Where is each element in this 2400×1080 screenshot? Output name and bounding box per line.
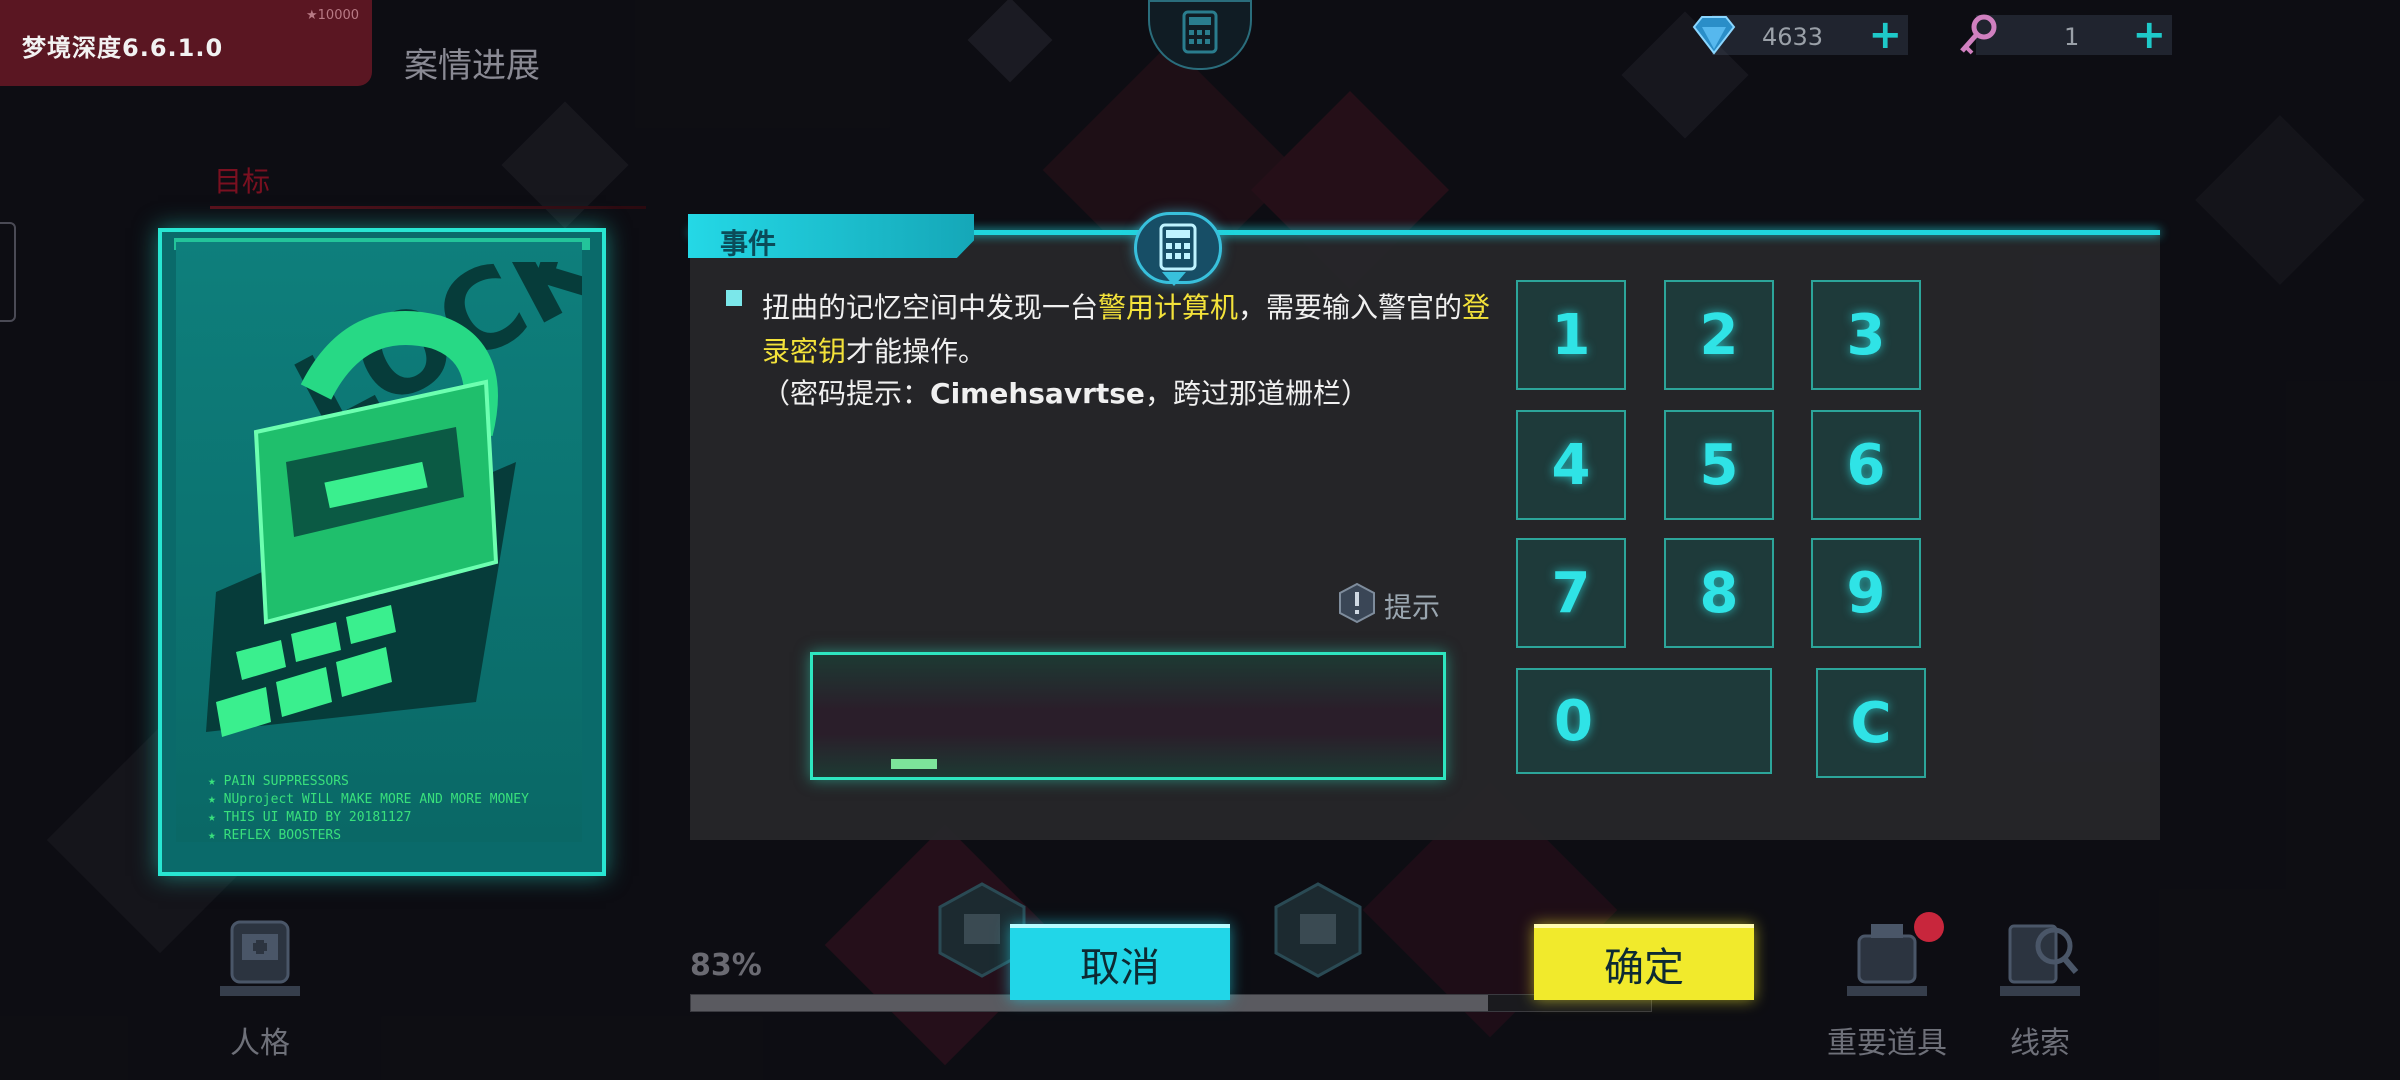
diamond-icon bbox=[1692, 16, 1736, 55]
key-1[interactable]: 1 bbox=[1516, 280, 1626, 390]
lock-icon: LOCK bbox=[206, 262, 582, 737]
version-small: ★10000 bbox=[306, 8, 360, 23]
progress-percent: 83% bbox=[690, 948, 762, 983]
top-calculator-icon bbox=[1148, 0, 1252, 70]
key-2[interactable]: 2 bbox=[1664, 280, 1774, 390]
target-label: 目标 bbox=[214, 165, 271, 198]
key-7[interactable]: 7 bbox=[1516, 538, 1626, 648]
nav-clues[interactable]: 线索 bbox=[1990, 916, 2090, 1062]
key-count: 1 bbox=[2064, 23, 2080, 51]
key-3[interactable]: 3 bbox=[1811, 280, 1921, 390]
event-card: LOCK ★ PAIN SUPPRESSORS ★ NUproject WILL… bbox=[158, 228, 606, 876]
key-9[interactable]: 9 bbox=[1811, 538, 1921, 648]
nav-persona-label: 人格 bbox=[230, 1026, 290, 1061]
card-text-line: ★ NUproject WILL MAKE MORE AND MORE MONE… bbox=[208, 792, 529, 807]
cancel-button[interactable]: 取消 bbox=[1010, 924, 1230, 1000]
bullet-icon bbox=[726, 290, 742, 306]
left-edge-tab[interactable] bbox=[0, 222, 16, 322]
desc-text: ，需要输入警官的 bbox=[1238, 291, 1463, 324]
hint-button-label: 提示 bbox=[1384, 591, 1441, 624]
card-text-line: ★ REFLEX BOOSTERS bbox=[208, 828, 342, 843]
confirm-button[interactable]: 确定 bbox=[1534, 924, 1754, 1000]
nav-key-items-label: 重要道具 bbox=[1827, 1026, 1947, 1061]
key-8[interactable]: 8 bbox=[1664, 538, 1774, 648]
key-5[interactable]: 5 bbox=[1664, 410, 1774, 520]
currency-diamond: 4633 + bbox=[1692, 15, 1908, 55]
hint-code: Cimehsavrtse bbox=[930, 377, 1145, 410]
persona-icon bbox=[220, 920, 300, 996]
calculator-badge-tail bbox=[1162, 272, 1186, 286]
key-0[interactable]: 0 bbox=[1516, 668, 1772, 774]
event-description: 扭曲的记忆空间中发现一台警用计算机，需要输入警官的登录密钥才能操作。 bbox=[762, 286, 1518, 374]
desc-text: 才能操作。 bbox=[846, 335, 987, 368]
password-input[interactable] bbox=[810, 652, 1446, 780]
nav-persona[interactable]: 人格 bbox=[210, 916, 310, 1062]
add-key-button[interactable]: + bbox=[2132, 15, 2166, 55]
nav-clues-label: 线索 bbox=[2010, 1026, 2070, 1061]
add-diamond-button[interactable]: + bbox=[1868, 15, 1902, 55]
notification-dot bbox=[1914, 912, 1944, 942]
desc-text: 扭曲的记忆空间中发现一台 bbox=[762, 291, 1099, 324]
item-hex-icon bbox=[1274, 882, 1362, 978]
key-6[interactable]: 6 bbox=[1811, 410, 1921, 520]
tab-event-label: 事件 bbox=[720, 227, 777, 260]
hint-suffix: ，跨过那道栅栏） bbox=[1144, 377, 1369, 410]
currency-key: 1 + bbox=[1960, 14, 2172, 55]
desc-highlight-computer: 警用计算机 bbox=[1098, 291, 1239, 324]
card-text-line: ★ THIS UI MAID BY 20181127 bbox=[208, 810, 412, 825]
key-icon bbox=[1960, 14, 1997, 55]
password-hint: （密码提示：Cimehsavrtse，跨过那道栅栏） bbox=[762, 372, 1369, 412]
diamond-count: 4633 bbox=[1762, 23, 1824, 51]
input-cursor bbox=[891, 759, 937, 769]
version-badge: 梦境深度6.6.1.0 ★10000 bbox=[0, 0, 372, 86]
version-label: 梦境深度6.6.1.0 bbox=[22, 34, 224, 62]
hint-prefix: （密码提示： bbox=[762, 377, 931, 410]
clue-icon bbox=[2000, 924, 2080, 996]
key-clear[interactable]: C bbox=[1816, 668, 1926, 778]
card-text-line: ★ PAIN SUPPRESSORS bbox=[208, 774, 349, 789]
target-underline bbox=[210, 206, 646, 209]
page-title: 案情进展 bbox=[404, 46, 540, 86]
alert-icon bbox=[1339, 582, 1375, 624]
key-4[interactable]: 4 bbox=[1516, 410, 1626, 520]
